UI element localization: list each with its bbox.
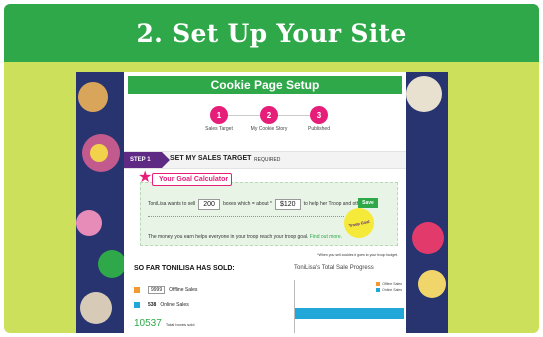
goal-row: ToniLisa wants to sell 200 boxes which =… — [148, 198, 368, 210]
offline-sales-row: 9999 Offline Sales — [134, 286, 197, 294]
step-title: SET MY SALES TARGET — [170, 155, 252, 162]
online-sales-label: Online Sales — [160, 302, 189, 308]
step-label: My Cookie Story — [250, 126, 288, 132]
chart-bar-total — [295, 308, 404, 319]
cookie-page-title: Cookie Page Setup — [210, 78, 320, 92]
step-label: Published — [308, 126, 330, 132]
step-number: 1 — [210, 106, 228, 124]
step-cookie-story[interactable]: 2 My Cookie Story — [244, 106, 294, 132]
money-text: The money you earn helps everyone in you… — [148, 234, 342, 240]
felt-background-left — [76, 72, 126, 333]
step-bar: STEP 1 SET MY SALES TARGET REQUIRED — [124, 151, 406, 169]
star-icon: ★ — [138, 169, 153, 186]
step-tag: STEP 1 — [124, 152, 170, 168]
legend-label-online: Online Sales — [382, 288, 402, 292]
cookie-page-screenshot: Cookie Page Setup 1 Sales Target 2 My Co… — [76, 72, 448, 333]
goal-text-middle: boxes which = about * — [222, 201, 272, 207]
amount-input[interactable]: $120 — [275, 198, 301, 210]
budget-note: *When you sell cookies it goes to your t… — [317, 253, 398, 257]
find-out-more-link[interactable]: Find out more. — [310, 234, 342, 240]
chart-legend-online: Online Sales — [376, 288, 402, 292]
offline-sales-input[interactable]: 9999 — [148, 286, 166, 294]
chart-axis — [294, 280, 295, 333]
goal-text-before: ToniLisa wants to sell — [148, 201, 196, 207]
cookie-page-header: Cookie Page Setup — [128, 76, 402, 94]
step-published[interactable]: 3 Published — [294, 106, 344, 132]
legend-swatch-online — [376, 288, 381, 292]
step-number: 2 — [260, 106, 278, 124]
save-button[interactable]: Save — [358, 198, 378, 208]
banner-title: 2. Set Up Your Site — [136, 18, 407, 48]
boxes-input[interactable]: 200 — [198, 198, 220, 210]
banner: 2. Set Up Your Site — [4, 4, 539, 62]
offline-sales-label: Offline Sales — [169, 287, 198, 293]
goal-calculator-heading: Your Goal Calculator — [152, 173, 232, 186]
total-boxes-value: 10537 — [134, 318, 162, 329]
legend-label-offline: Offline Sales — [382, 282, 402, 286]
progress-title: ToniLisa's Total Sale Progress — [294, 265, 374, 271]
step-sales-target[interactable]: 1 Sales Target — [194, 106, 244, 132]
sold-title: SO FAR TONILISA HAS SOLD: — [134, 265, 235, 272]
chart-legend-offline: Offline Sales — [376, 282, 402, 286]
total-row: 10537 Total boxes sold — [134, 318, 195, 329]
page-frame: 2. Set Up Your Site Cookie Page Setup 1 … — [4, 4, 539, 333]
legend-swatch-offline — [376, 282, 381, 286]
sale-progress-chart: Offline Sales Online Sales — [294, 280, 404, 333]
goal-divider — [148, 216, 344, 217]
step-label: Sales Target — [205, 126, 233, 132]
required-label: REQUIRED — [254, 157, 281, 163]
cookie-page: Cookie Page Setup 1 Sales Target 2 My Co… — [124, 72, 406, 333]
offline-color-square — [134, 287, 140, 293]
step-progress: 1 Sales Target 2 My Cookie Story 3 Publi… — [194, 106, 344, 142]
money-text-body: The money you earn helps everyone in you… — [148, 234, 309, 240]
online-sales-row: 538 Online Sales — [134, 302, 189, 308]
total-boxes-label: Total boxes sold — [165, 322, 195, 327]
content-area: Cookie Page Setup 1 Sales Target 2 My Co… — [4, 62, 539, 333]
online-sales-value: 538 — [148, 302, 157, 308]
step-number: 3 — [310, 106, 328, 124]
online-color-square — [134, 302, 140, 308]
